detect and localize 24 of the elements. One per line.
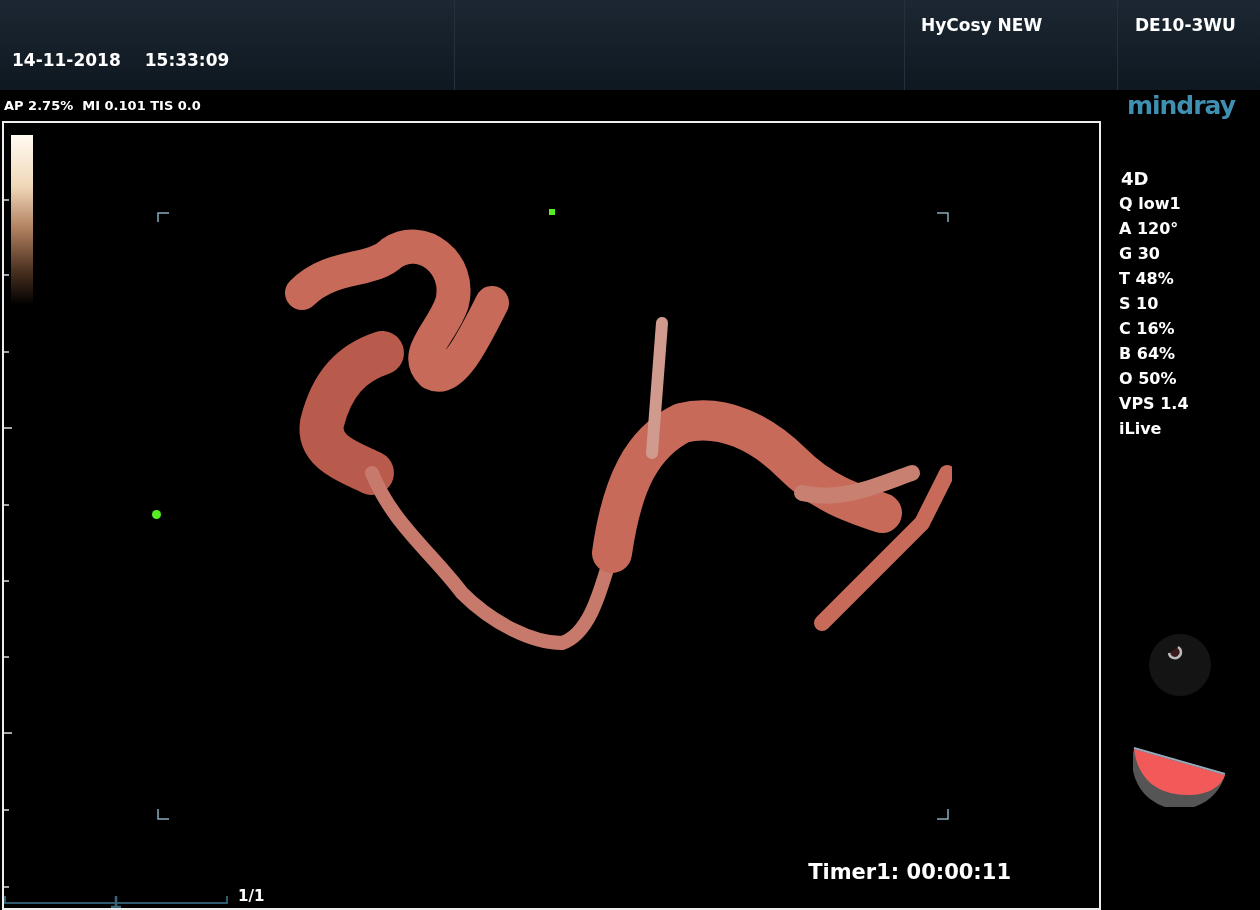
timer-text: Timer1: 00:00:11 xyxy=(808,860,1011,884)
parameter-text: Q low1 xyxy=(1119,193,1182,215)
volume-orientation-icon xyxy=(1132,745,1227,807)
marker-square xyxy=(549,209,555,215)
frame-counter: 1/1 xyxy=(238,889,265,904)
acoustic-output-text: AP 2.75% MI 0.101 TIS 0.0 xyxy=(4,98,201,113)
date-text: 14-11-2018 xyxy=(12,50,121,70)
exam-name: HyCosy NEW xyxy=(921,15,1043,35)
orientation-ball-icon xyxy=(1147,633,1212,697)
parameter-text: G 30 xyxy=(1119,243,1161,265)
probe-name: DE10-3WU xyxy=(1135,15,1236,35)
parameter-text: O 50% xyxy=(1119,368,1178,390)
parameter-text: S 10 xyxy=(1119,293,1160,315)
time-text: 15:33:09 xyxy=(144,50,230,70)
parameter-text: iLive xyxy=(1119,418,1163,440)
parameter-text: 4D xyxy=(1120,167,1150,191)
parameter-text: VPS 1.4 xyxy=(1119,393,1190,415)
parameter-text: A 120° xyxy=(1119,218,1180,240)
slider-thumb-icon[interactable] xyxy=(110,896,122,908)
logo-text: mindray xyxy=(1126,91,1235,120)
parameter-text: B 64% xyxy=(1119,343,1177,365)
parameter-text: T 48% xyxy=(1119,268,1175,290)
marker-dot xyxy=(152,510,161,519)
parameter-text: C 16% xyxy=(1119,318,1176,340)
